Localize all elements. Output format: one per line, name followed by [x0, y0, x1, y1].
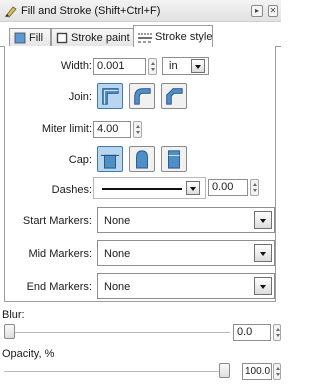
dialog-titlebar: Fill and Stroke (Shift+Ctrl+F) ▸ ✕ [0, 0, 281, 22]
width-input[interactable]: 0.001 [93, 58, 146, 75]
blur-slider-track [4, 332, 230, 333]
dashes-label: Dashes: [51, 184, 92, 196]
miter-join-button[interactable] [97, 83, 123, 109]
round-join-button[interactable] [129, 83, 155, 109]
tab-stroke-paint[interactable]: Stroke paint [51, 28, 134, 47]
start-markers-value: None [104, 215, 131, 227]
miter-limit-spin-button[interactable] [133, 121, 142, 138]
miter-join-icon [102, 88, 119, 105]
round-cap-icon [136, 150, 148, 169]
close-button[interactable]: ✕ [268, 5, 278, 17]
dialog-title: Fill and Stroke (Shift+Ctrl+F) [21, 5, 161, 17]
end-markers-value: None [104, 281, 131, 293]
width-spin-button[interactable] [148, 58, 157, 75]
fill-icon [14, 32, 26, 44]
miter-limit-input[interactable]: 4.00 [93, 121, 131, 138]
chevron-down-icon [191, 59, 205, 73]
bevel-join-icon [166, 88, 183, 105]
width-unit-select[interactable]: in [162, 57, 209, 75]
blur-slider-handle[interactable] [4, 324, 15, 339]
width-label: Width: [60, 60, 92, 72]
fill-stroke-dialog-icon [5, 6, 17, 18]
chevron-down-icon [254, 277, 272, 295]
blur-value-input[interactable]: 0.0 [233, 324, 271, 341]
cap-label: Cap: [68, 154, 92, 166]
round-join-icon [134, 88, 151, 105]
mid-markers-label: Mid Markers: [28, 248, 92, 260]
dash-pattern-select[interactable] [93, 177, 206, 199]
end-markers-select[interactable]: None [97, 273, 275, 299]
blur-spin-button[interactable] [273, 324, 281, 341]
start-markers-select[interactable]: None [97, 207, 275, 233]
end-markers-label: End Markers: [26, 281, 92, 293]
miter-limit-label: Miter limit: [41, 123, 92, 135]
opacity-slider-handle[interactable] [219, 363, 230, 378]
chevron-down-icon [254, 244, 272, 262]
dash-pattern-preview [102, 188, 182, 190]
bevel-join-button[interactable] [161, 83, 187, 109]
chevron-down-icon [186, 181, 200, 195]
chevron-down-icon [254, 211, 272, 229]
start-markers-label: Start Markers: [22, 215, 92, 227]
opacity-slider-track [4, 371, 230, 372]
tab-fill[interactable]: Fill [9, 28, 51, 47]
join-label: Join: [68, 91, 92, 103]
mid-markers-select[interactable]: None [97, 240, 275, 266]
stroke-style-panel: Width: 0.001 in Join: Miter limit: 4.00 … [4, 46, 276, 302]
square-cap-icon [168, 150, 180, 169]
opacity-spin-button[interactable] [273, 363, 281, 380]
tab-stroke-style[interactable]: Stroke style [133, 25, 213, 47]
butt-cap-button[interactable] [97, 146, 123, 172]
butt-cap-icon [100, 154, 120, 169]
square-cap-button[interactable] [161, 146, 187, 172]
tab-fill-label: Fill [29, 32, 44, 44]
width-unit-value: in [169, 60, 178, 72]
tab-stroke-paint-label: Stroke paint [71, 32, 130, 44]
opacity-value-input[interactable]: 100.0 [242, 363, 272, 380]
stroke-style-icon [138, 33, 152, 42]
dash-offset-input[interactable]: 0.00 [208, 179, 248, 196]
stroke-paint-icon [56, 32, 68, 44]
round-cap-button[interactable] [129, 146, 155, 172]
dash-offset-spin-button[interactable] [250, 179, 259, 196]
opacity-label: Opacity, % [2, 348, 55, 360]
blur-label: Blur: [2, 309, 25, 321]
mid-markers-value: None [104, 248, 131, 260]
tab-stroke-style-label: Stroke style [155, 30, 213, 43]
panel-menu-button[interactable]: ▸ [251, 5, 263, 17]
